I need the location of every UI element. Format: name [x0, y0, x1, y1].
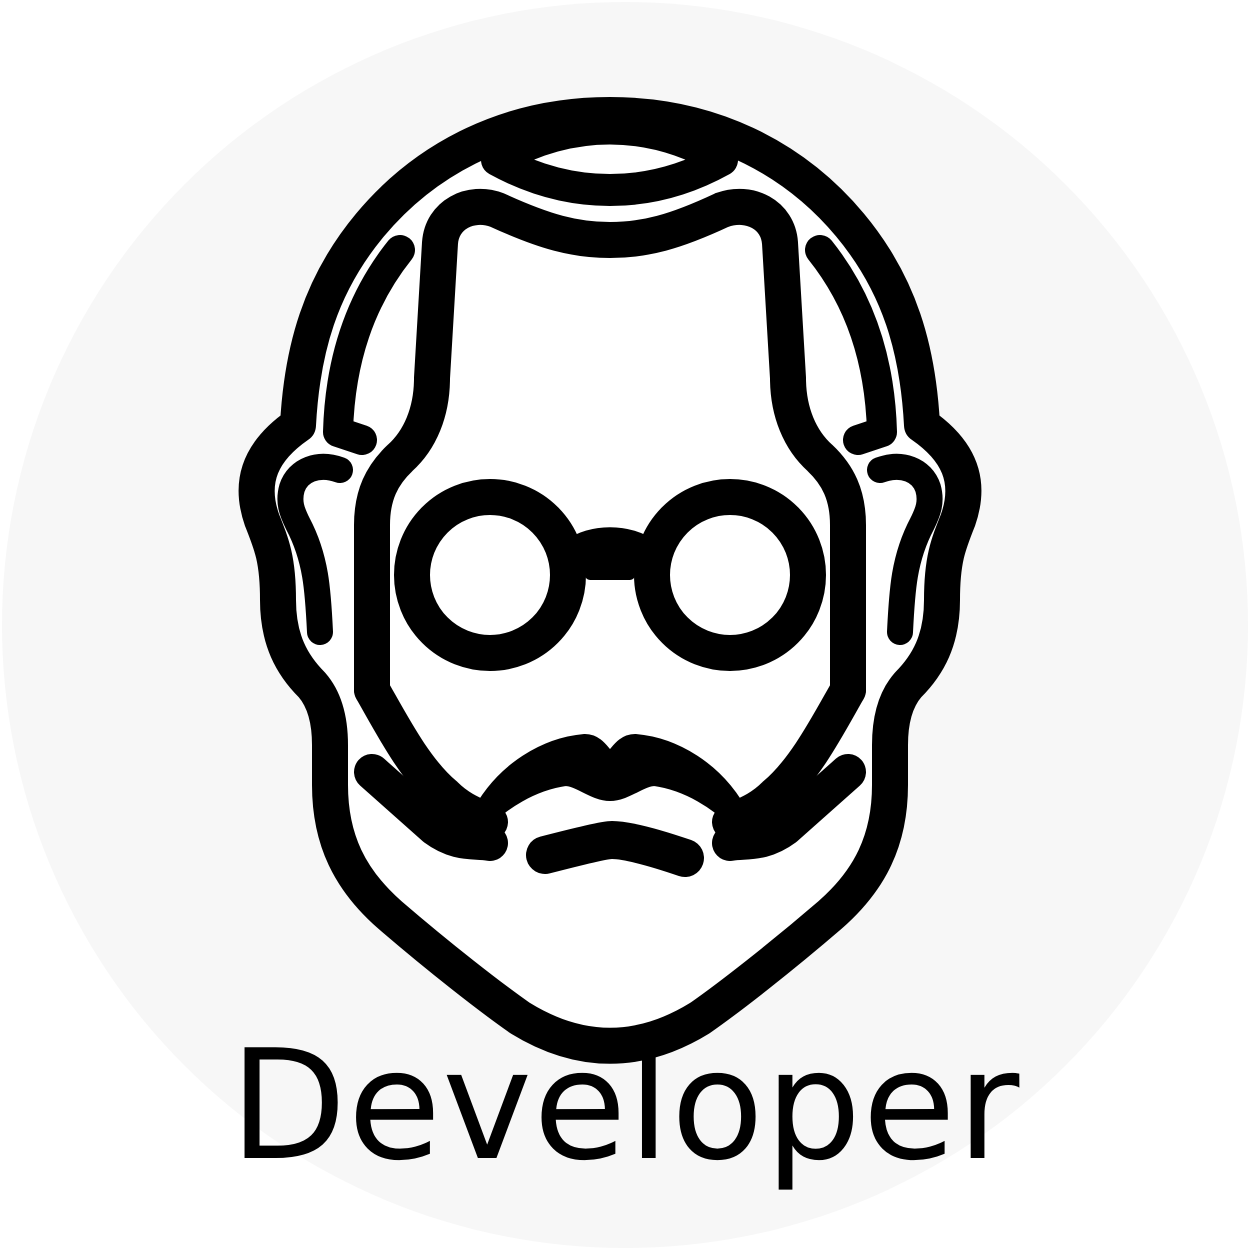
left-lens	[394, 479, 586, 671]
developer-badge: Developer	[0, 0, 1250, 1250]
face-strokes	[238, 97, 982, 1064]
hair-band	[481, 112, 738, 206]
right-lens	[634, 479, 826, 671]
badge-label: Developer	[229, 1017, 1021, 1194]
mouth	[526, 821, 704, 877]
